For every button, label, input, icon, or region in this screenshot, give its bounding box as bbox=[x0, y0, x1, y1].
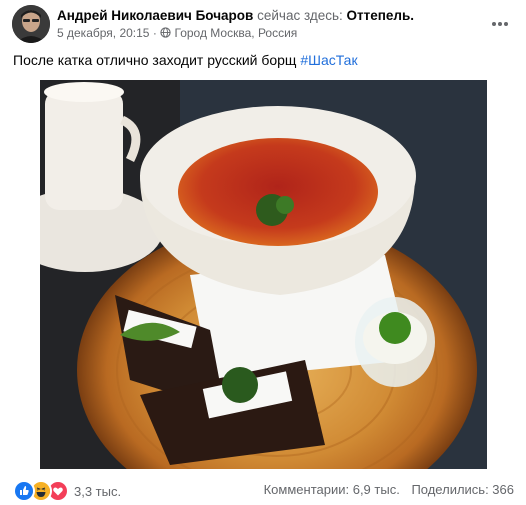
engagement-stats: Комментарии: 6,9 тыс. Поделились: 366 bbox=[256, 482, 514, 497]
post-meta: 5 декабря, 20:15 · Город Москва, Россия bbox=[57, 26, 297, 40]
author-line: Андрей Николаевич Бочаров сейчас здесь: … bbox=[57, 8, 414, 23]
meta-separator: · bbox=[152, 26, 157, 40]
author-name[interactable]: Андрей Николаевич Бочаров bbox=[57, 8, 253, 23]
post-message: После катка отлично заходит русский борщ bbox=[13, 52, 297, 68]
post-text: После катка отлично заходит русский борщ… bbox=[13, 52, 358, 68]
post-footer: 3,3 тыс. Комментарии: 6,9 тыс. Поделилис… bbox=[0, 472, 526, 505]
checkin-place[interactable]: Оттепель. bbox=[347, 8, 415, 23]
post-photo[interactable] bbox=[40, 80, 487, 469]
comments-count[interactable]: Комментарии: 6,9 тыс. bbox=[264, 482, 400, 497]
checkin-prefix: сейчас здесь: bbox=[257, 8, 343, 23]
more-options-icon[interactable] bbox=[488, 12, 512, 36]
post-header: Андрей Николаевич Бочаров сейчас здесь: … bbox=[0, 0, 526, 46]
like-reaction-icon bbox=[13, 480, 35, 502]
reaction-count[interactable]: 3,3 тыс. bbox=[74, 484, 121, 499]
post-date[interactable]: 5 декабря, 20:15 bbox=[57, 26, 149, 40]
reactions-summary[interactable]: 3,3 тыс. bbox=[13, 480, 121, 502]
shares-count[interactable]: Поделились: 366 bbox=[411, 482, 514, 497]
post-location: Город Москва, Россия bbox=[174, 26, 298, 40]
hashtag-link[interactable]: #ШасТак bbox=[300, 52, 357, 68]
avatar[interactable] bbox=[12, 5, 50, 43]
globe-icon bbox=[160, 26, 174, 40]
